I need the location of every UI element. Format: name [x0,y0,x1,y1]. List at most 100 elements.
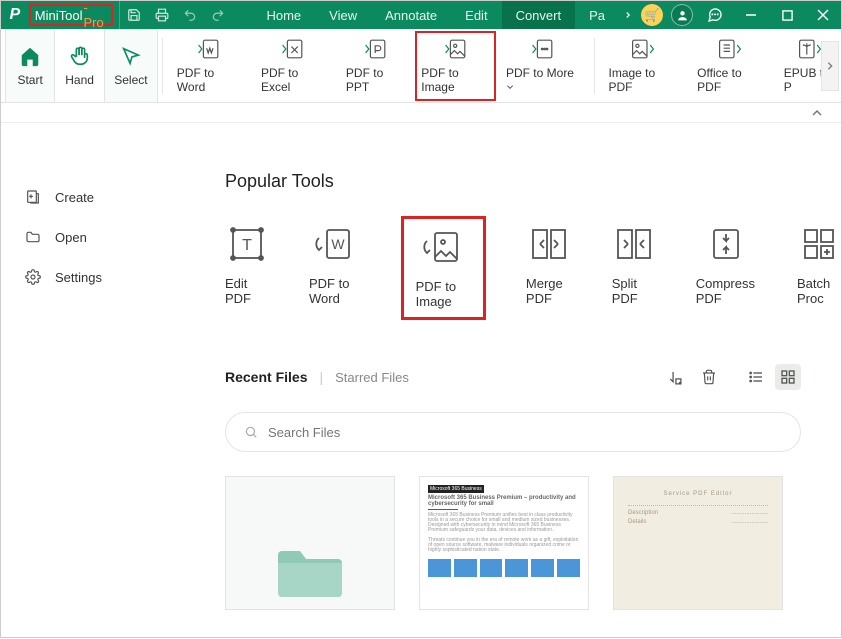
file-thumb-document[interactable]: Microsoft 365 Business Microsoft 365 Bus… [419,476,589,610]
pdf-to-image-button[interactable]: PDF to Image [415,31,496,101]
hand-label: Hand [65,73,94,87]
titlebar: P MiniTool-Pro Home View Annotate Edit C… [1,1,841,29]
quick-access-toolbar [119,1,232,29]
tab-edit[interactable]: Edit [451,1,501,29]
word-doc-icon [197,38,221,60]
edit-pdf-icon: T [227,224,267,264]
tool-label: Split PDF [612,276,656,306]
svg-text:T: T [242,237,252,254]
brand-name: MiniTool-Pro [29,4,114,26]
tool-merge-pdf[interactable]: Merge PDF [526,222,572,320]
more-doc-icon [531,38,555,60]
list-view-button[interactable] [743,364,769,390]
sort-icon [666,369,683,386]
pdf-to-word-button[interactable]: PDF to Word [167,29,251,103]
pdf-to-ppt-button[interactable]: PDF to PPT [336,29,415,103]
sidebar-item-open[interactable]: Open [25,217,201,257]
starred-files-tab[interactable]: Starred Files [335,370,409,385]
account-button[interactable] [667,1,697,29]
excel-doc-icon [281,38,305,60]
tool-edit-pdf[interactable]: T Edit PDF [225,222,269,320]
tool-batch-process[interactable]: Batch Proc [797,222,841,320]
ribbon-label: Image to PDF [609,66,678,94]
main-area: Create Open Settings Popular Tools T Edi… [1,123,841,639]
tool-label: Merge PDF [526,276,572,306]
popular-tools-title: Popular Tools [225,171,841,192]
ribbon-overflow-button[interactable] [821,41,839,91]
search-icon [244,425,258,439]
redo-icon[interactable] [204,1,232,29]
tool-pdf-to-word[interactable]: W PDF to Word [309,222,361,320]
tab-annotate[interactable]: Annotate [371,1,451,29]
tab-home[interactable]: Home [252,1,315,29]
delete-button[interactable] [701,369,717,385]
pdf-to-image-icon [423,227,463,267]
collapse-ribbon-button[interactable] [811,107,823,119]
tab-page[interactable]: Pa [575,1,619,29]
beige-title: Service PDF Editor [628,491,768,497]
tool-label: Batch Proc [797,276,841,306]
undo-icon[interactable] [176,1,204,29]
minimize-button[interactable] [733,1,769,29]
start-button[interactable]: Start [5,29,55,103]
tabs-overflow-icon[interactable] [619,1,637,29]
ribbon-label: PDF to Image [421,66,490,94]
tool-label: Compress PDF [696,276,757,306]
sidebar-label: Open [55,230,87,245]
doc-body-placeholder: Microsoft 365 Business Premium unifies b… [428,513,580,553]
home-icon [19,45,41,67]
ribbon-toolbar: Start Hand Select PDF to Word PDF to Exc… [1,29,841,103]
sort-button[interactable] [666,369,683,386]
doc-underline [428,509,458,510]
office-to-pdf-button[interactable]: Office to PDF [687,29,774,103]
file-thumb-beige[interactable]: Service PDF Editor Description..........… [613,476,783,610]
cart-button[interactable]: 🛒 [637,1,667,29]
file-thumbnails: Microsoft 365 Business Microsoft 365 Bus… [225,476,801,610]
hand-button[interactable]: Hand [55,29,104,103]
divider: | [319,369,323,385]
sidebar-item-create[interactable]: Create [25,177,201,217]
tool-pdf-to-image[interactable]: PDF to Image [401,216,486,320]
trash-icon [701,369,717,385]
select-button[interactable]: Select [104,29,158,103]
doc-badge: Microsoft 365 Business [428,485,484,493]
grid-view-button[interactable] [775,364,801,390]
chevron-up-icon [811,107,823,119]
titlebar-right: 🛒 [637,1,841,29]
search-box[interactable] [225,412,801,452]
pdf-to-word-icon: W [315,224,355,264]
tab-convert[interactable]: Convert [502,1,576,29]
search-input[interactable] [268,425,782,440]
gear-icon [25,269,41,285]
sidebar-item-settings[interactable]: Settings [25,257,201,297]
ribbon-label: PDF to Word [177,66,241,94]
folder-icon [25,229,41,245]
collapse-ribbon-bar [1,103,841,123]
feedback-button[interactable] [697,1,733,29]
ribbon-label: PDF to More [506,66,580,94]
close-button[interactable] [805,1,841,29]
split-icon [614,224,654,264]
file-thumb-folder[interactable] [225,476,395,610]
app-logo: P [1,1,29,29]
tool-label: PDF to Word [309,276,361,306]
tool-label: Edit PDF [225,276,269,306]
create-icon [25,189,41,205]
image-doc-icon [444,38,468,60]
grid-icon [780,369,796,385]
print-icon[interactable] [148,1,176,29]
tool-compress-pdf[interactable]: Compress PDF [696,222,757,320]
ribbon-label: PDF to Excel [261,66,326,94]
folder-large-icon [270,539,350,599]
recent-files-tab[interactable]: Recent Files [225,369,307,385]
sidebar-label: Settings [55,270,102,285]
maximize-button[interactable] [769,1,805,29]
pdf-to-more-button[interactable]: PDF to More [496,29,590,103]
svg-text:W: W [331,236,345,252]
tab-view[interactable]: View [315,1,371,29]
pdf-to-excel-button[interactable]: PDF to Excel [251,29,336,103]
save-icon[interactable] [120,1,148,29]
image-to-pdf-button[interactable]: Image to PDF [599,29,688,103]
tool-split-pdf[interactable]: Split PDF [612,222,656,320]
recent-header: Recent Files | Starred Files [225,364,841,390]
